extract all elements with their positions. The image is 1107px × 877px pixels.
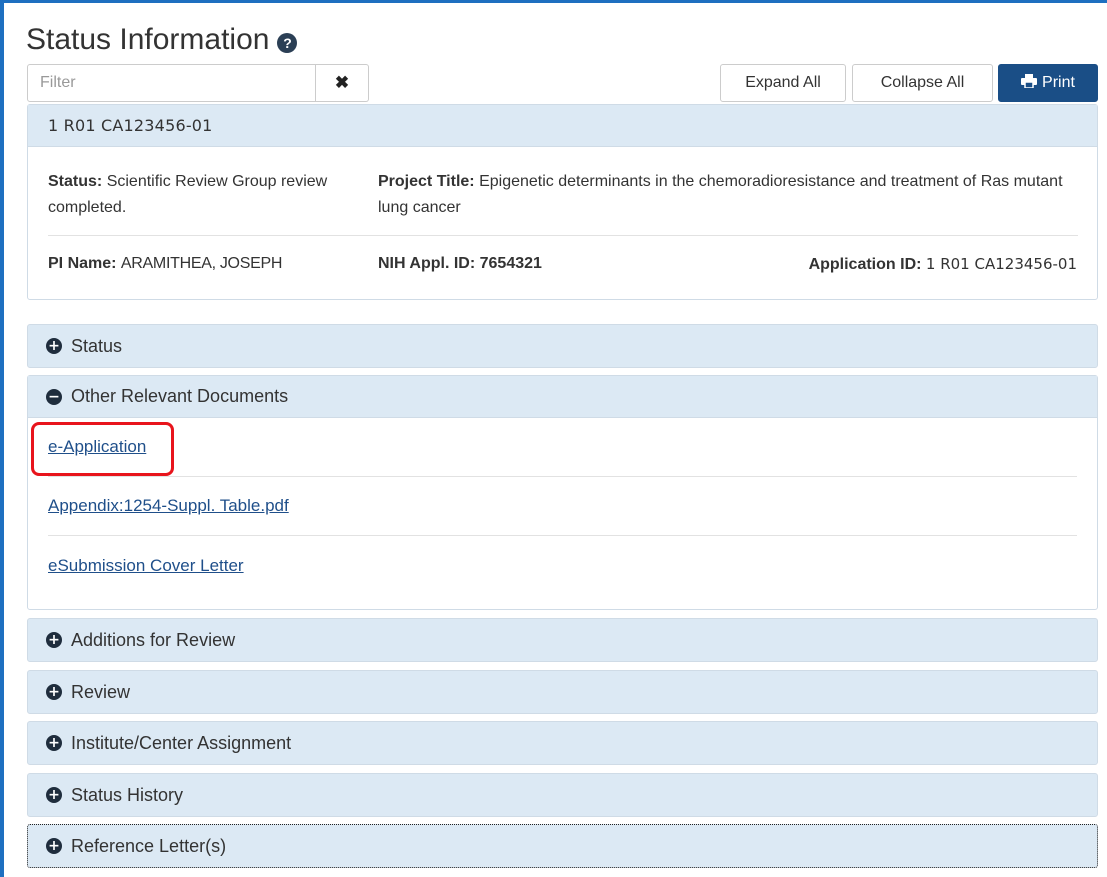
project-title-label: Project Title: [378, 173, 475, 190]
panel-status-label: Status [71, 335, 123, 356]
appendix-link[interactable]: Appendix:1254-Suppl. Table.pdf [48, 496, 289, 516]
print-label: Print [1042, 74, 1075, 91]
plus-circle-icon: + [46, 787, 62, 803]
panel-review-label: Review [71, 681, 131, 702]
panel-reference-letters-label: Reference Letter(s) [71, 835, 227, 856]
status-field: Status: Scientific Review Group review c… [48, 169, 348, 221]
summary-divider [48, 235, 1078, 236]
panel-institute-center-assignment-label: Institute/Center Assignment [71, 732, 292, 753]
panel-status-toggle[interactable]: + Status [28, 325, 1097, 367]
application-summary: 1 R01 CA123456-01 Status: Scientific Rev… [27, 104, 1098, 300]
pi-name-field: PI Name: ARAMITHEA, JOSEPH [48, 255, 282, 273]
page-title: Status Information [26, 23, 270, 56]
application-number-header: 1 R01 CA123456-01 [28, 105, 1097, 147]
panel-additions-for-review-toggle[interactable]: + Additions for Review [28, 619, 1097, 661]
list-item: Appendix:1254-Suppl. Table.pdf [48, 477, 1077, 536]
collapse-all-label: Collapse All [880, 74, 965, 91]
plus-circle-icon: + [46, 632, 62, 648]
plus-circle-icon: + [46, 684, 62, 700]
minus-circle-icon: − [46, 388, 62, 405]
e-application-link[interactable]: e-Application [48, 437, 146, 457]
panel-review: + Review [27, 670, 1098, 714]
document-list: e-Application Appendix:1254-Suppl. Table… [28, 418, 1097, 595]
title-row: Status Information ? [26, 20, 298, 60]
esubmission-cover-letter-link[interactable]: eSubmission Cover Letter [48, 556, 244, 576]
panel-other-relevant-documents-label: Other Relevant Documents [71, 386, 289, 406]
status-label: Status: [48, 173, 103, 190]
panel-institute-center-assignment: + Institute/Center Assignment [27, 721, 1098, 765]
project-title-value: Epigenetic determinants in the chemoradi… [378, 173, 1063, 216]
collapse-all-button[interactable]: Collapse All [852, 64, 993, 102]
times-icon: ✖ [334, 73, 350, 92]
pi-name-value: ARAMITHEA, JOSEPH [120, 255, 283, 272]
application-id-field: Application ID: 1 R01 CA123456-01 [809, 255, 1077, 274]
print-icon [1021, 74, 1038, 92]
plus-circle-icon: + [46, 338, 62, 354]
nih-appl-id-value: 7654321 [479, 255, 542, 272]
list-item: e-Application [48, 418, 1077, 477]
panel-status-history-label: Status History [71, 784, 184, 805]
panel-review-toggle[interactable]: + Review [28, 671, 1097, 713]
panel-reference-letters: + Reference Letter(s) [27, 824, 1098, 868]
question-circle-icon[interactable]: ? [277, 33, 298, 53]
nih-appl-id-field: NIH Appl. ID: 7654321 [378, 255, 542, 273]
print-button[interactable]: Print [998, 64, 1098, 102]
panel-other-relevant-documents: − Other Relevant Documents e-Application… [27, 375, 1098, 610]
expand-all-label: Expand All [745, 74, 821, 91]
filter-input[interactable] [27, 64, 316, 102]
nih-appl-id-label: NIH Appl. ID: [378, 255, 476, 272]
application-id-label: Application ID: [808, 256, 922, 273]
list-item: eSubmission Cover Letter [48, 536, 1077, 595]
panel-status: + Status [27, 324, 1098, 368]
panel-status-history-toggle[interactable]: + Status History [28, 774, 1097, 816]
panel-institute-center-assignment-toggle[interactable]: + Institute/Center Assignment [28, 722, 1097, 764]
expand-all-button[interactable]: Expand All [720, 64, 846, 102]
pi-name-label: PI Name: [48, 255, 117, 272]
plus-circle-icon: + [46, 735, 62, 751]
filter-group: ✖ [27, 64, 369, 102]
panel-reference-letters-toggle[interactable]: + Reference Letter(s) [28, 825, 1097, 867]
plus-circle-icon: + [46, 838, 62, 854]
panel-status-history: + Status History [27, 773, 1098, 817]
clear-filter-button[interactable]: ✖ [316, 64, 369, 102]
project-title-field: Project Title: Epigenetic determinants i… [378, 169, 1078, 221]
panel-other-relevant-documents-toggle[interactable]: − Other Relevant Documents [28, 376, 1097, 418]
application-id-value: 1 R01 CA123456-01 [925, 255, 1077, 273]
panel-additions-for-review-label: Additions for Review [71, 629, 236, 650]
panel-additions-for-review: + Additions for Review [27, 618, 1098, 662]
